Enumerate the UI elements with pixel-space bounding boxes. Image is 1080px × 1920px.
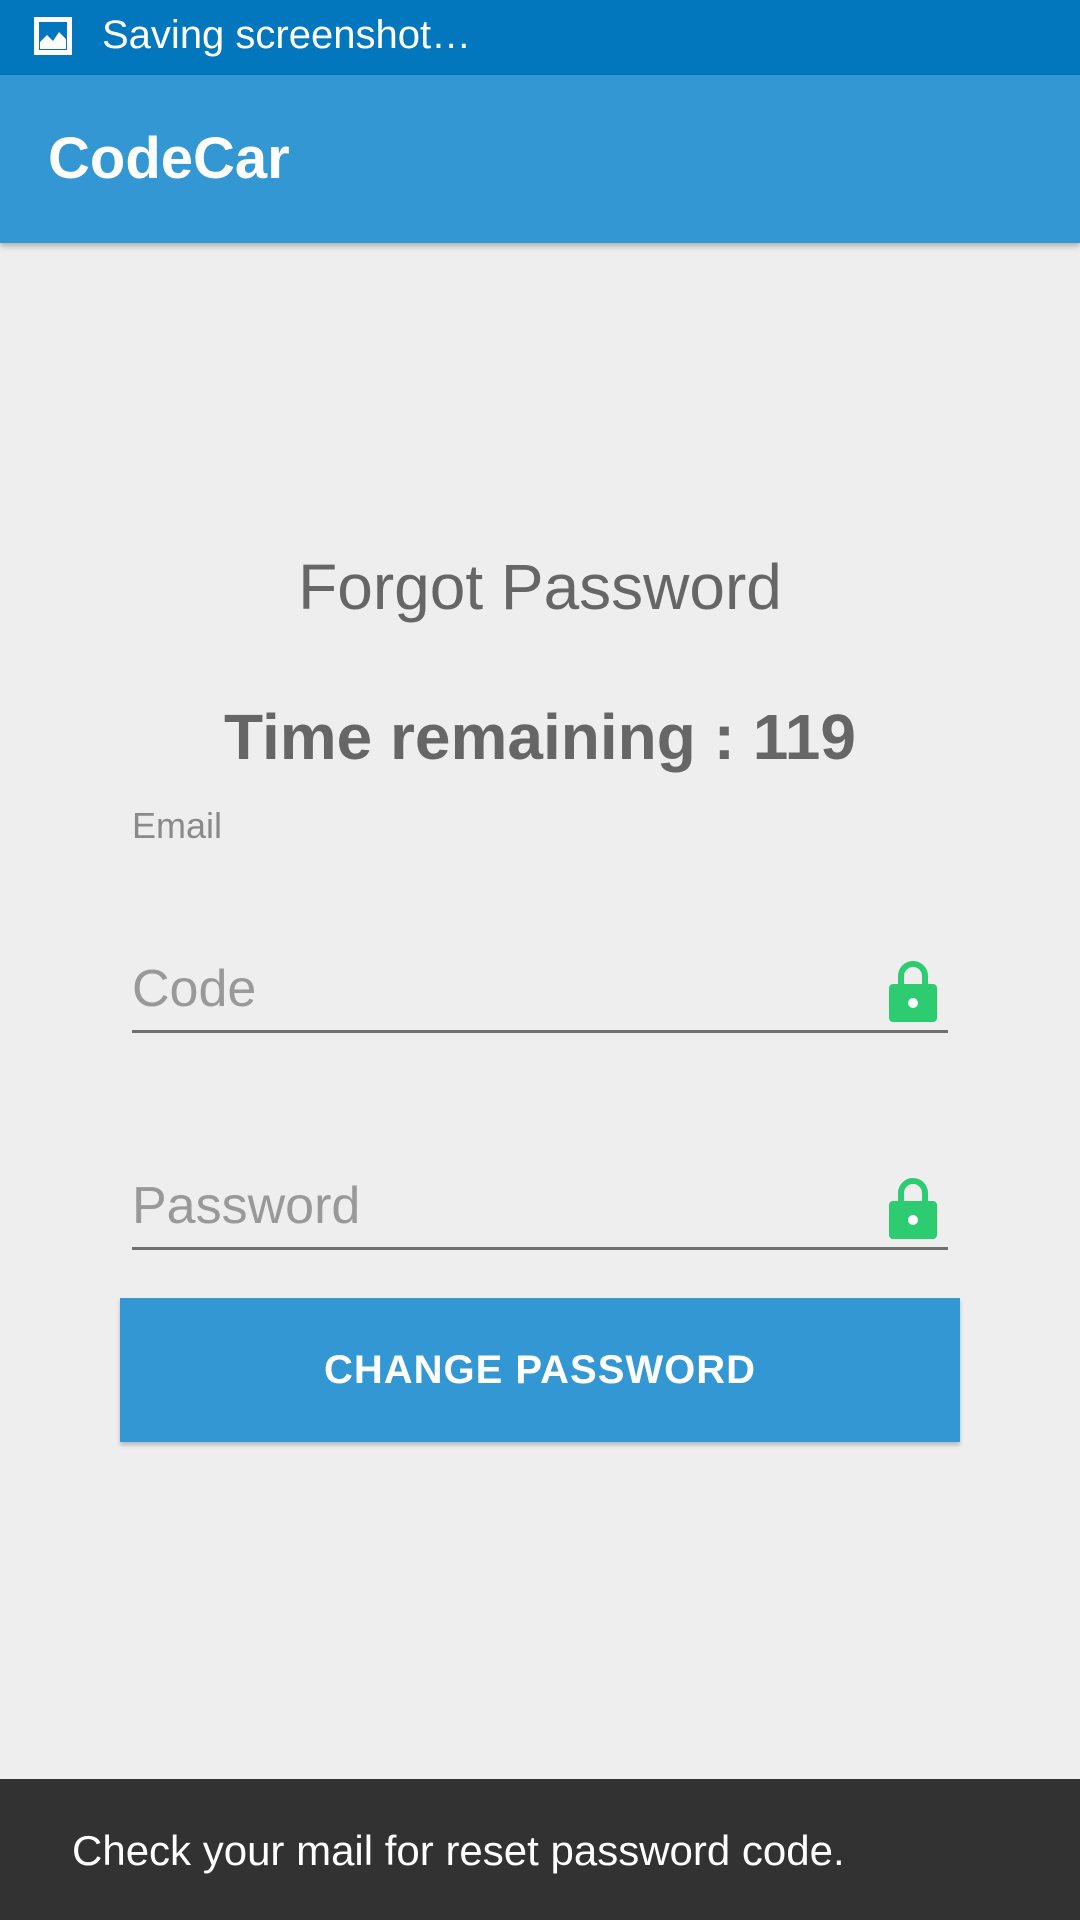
status-bar: Saving screenshot… [0, 0, 1080, 75]
lock-icon [889, 961, 937, 1022]
snackbar-message: Check your mail for reset password code. [72, 1827, 845, 1874]
timer-label: Time remaining : [224, 701, 753, 773]
lock-icon [889, 1178, 937, 1239]
page-title: Forgot Password [298, 551, 782, 623]
status-text: Saving screenshot… [102, 13, 472, 57]
image-icon [34, 17, 72, 55]
password-field [132, 1167, 948, 1250]
forgot-password-screen: Saving screenshot… CodeCar Forgot Passwo… [0, 0, 1080, 1920]
email-label: Email [132, 805, 223, 846]
code-field [132, 950, 948, 1033]
password-input[interactable] [132, 1167, 872, 1245]
snackbar: Check your mail for reset password code. [0, 1779, 1080, 1920]
change-password-button[interactable]: CHANGE PASSWORD [120, 1298, 960, 1442]
app-bar: CodeCar [0, 75, 1080, 243]
app-title: CodeCar [48, 126, 290, 191]
countdown-timer: Time remaining : 119 [0, 700, 1080, 774]
code-input[interactable] [132, 950, 872, 1028]
timer-value: 119 [752, 701, 856, 773]
